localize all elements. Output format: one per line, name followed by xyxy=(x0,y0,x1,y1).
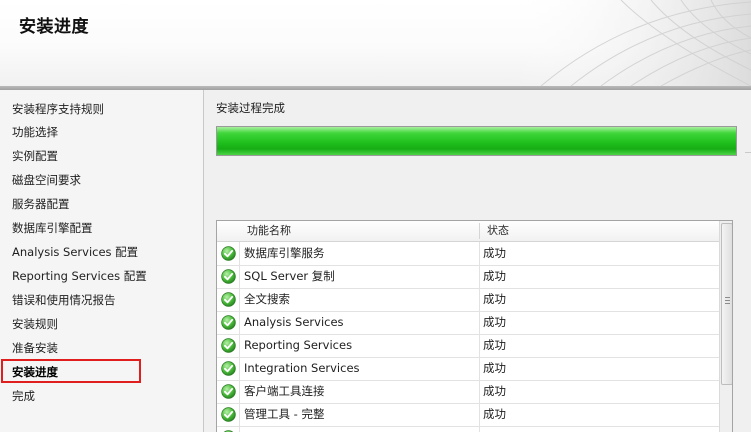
progress-bar xyxy=(216,126,737,156)
sidebar-item-setup-support-rules[interactable]: 安装程序支持规则 xyxy=(12,99,104,119)
sidebar-item-database-engine[interactable]: 数据库引擎配置 xyxy=(12,218,93,238)
success-check-icon xyxy=(221,292,236,307)
sidebar-item-reporting-services[interactable]: Reporting Services 配置 xyxy=(12,266,147,286)
table-row[interactable]: 客户端工具连接 成功 xyxy=(217,380,719,404)
table-row[interactable]: 数据库引擎服务 成功 xyxy=(217,242,719,266)
column-separator[interactable] xyxy=(479,223,480,239)
status-cell: 成功 xyxy=(479,380,713,403)
status-cell: 成功 xyxy=(479,311,713,334)
header-decoration-graphic xyxy=(511,0,751,86)
table-row[interactable]: 全文搜索 成功 xyxy=(217,288,719,312)
sidebar-item-ready-to-install[interactable]: 准备安装 xyxy=(12,338,58,358)
sidebar-item-complete[interactable]: 完成 xyxy=(12,386,35,406)
status-cell xyxy=(479,426,713,432)
active-item-highlight-box xyxy=(1,359,141,383)
status-cell: 成功 xyxy=(479,334,713,357)
feature-name-cell: Reporting Services xyxy=(239,334,484,357)
success-check-icon xyxy=(221,407,236,422)
status-cell: 成功 xyxy=(479,265,713,288)
table-row[interactable]: SQL Server 复制 成功 xyxy=(217,265,719,289)
table-header: 功能名称 状态 xyxy=(217,221,719,242)
page-header: 安装进度 xyxy=(0,0,751,86)
success-check-icon xyxy=(221,246,236,261)
feature-name-cell: SQL Server 复制 xyxy=(239,265,484,288)
table-row[interactable]: Integration Services 成功 xyxy=(217,357,719,381)
sidebar-item-feature-selection[interactable]: 功能选择 xyxy=(12,122,58,142)
install-status-text: 安装过程完成 xyxy=(216,101,285,115)
column-header-status[interactable]: 状态 xyxy=(487,221,509,241)
status-cell: 成功 xyxy=(479,357,713,380)
success-check-icon xyxy=(221,315,236,330)
scrollbar-thumb[interactable] xyxy=(721,223,732,385)
table-row[interactable]: Reporting Services 成功 xyxy=(217,334,719,358)
feature-name-cell: Analysis Services xyxy=(239,311,484,334)
sidebar-item-disk-space[interactable]: 磁盘空间要求 xyxy=(12,170,81,190)
status-cell: 成功 xyxy=(479,403,713,426)
status-cell: 成功 xyxy=(479,288,713,311)
success-check-icon xyxy=(221,384,236,399)
sidebar-item-analysis-services[interactable]: Analysis Services 配置 xyxy=(12,242,138,262)
status-cell: 成功 xyxy=(479,242,713,265)
feature-name-cell: 客户端工具连接 xyxy=(239,380,484,403)
success-check-icon xyxy=(221,269,236,284)
page-title: 安装进度 xyxy=(19,17,89,37)
feature-name-cell: 数据库引擎服务 xyxy=(239,242,484,265)
feature-name-cell xyxy=(239,426,484,432)
sidebar-item-error-reporting[interactable]: 错误和使用情况报告 xyxy=(12,290,116,310)
column-header-feature-name[interactable]: 功能名称 xyxy=(247,221,291,241)
sidebar-item-server-configuration[interactable]: 服务器配置 xyxy=(12,194,70,214)
feature-status-table: 功能名称 状态 数据库引擎服务 成功 SQL Server 复制 成功 全文搜索 成功 An… xyxy=(216,220,733,432)
feature-name-cell: 管理工具 - 完整 xyxy=(239,403,484,426)
progress-bar-fill xyxy=(217,127,736,155)
sidebar-item-instance-configuration[interactable]: 实例配置 xyxy=(12,146,58,166)
success-check-icon xyxy=(221,338,236,353)
table-row[interactable]: Analysis Services 成功 xyxy=(217,311,719,335)
feature-name-cell: 全文搜索 xyxy=(239,288,484,311)
scrollbar-grip-icon xyxy=(725,297,730,306)
table-row[interactable] xyxy=(217,426,719,432)
table-scrollbar[interactable] xyxy=(719,221,732,432)
feature-name-cell: Integration Services xyxy=(239,357,484,380)
success-check-icon xyxy=(221,361,236,376)
main-content: 安装过程完成 功能名称 状态 数据库引擎服务 成功 SQL Server 复制 成功全… xyxy=(204,90,751,432)
table-row[interactable]: 管理工具 - 完整 成功 xyxy=(217,403,719,427)
sidebar-item-install-rules[interactable]: 安装规则 xyxy=(12,314,58,334)
divider xyxy=(745,152,751,153)
